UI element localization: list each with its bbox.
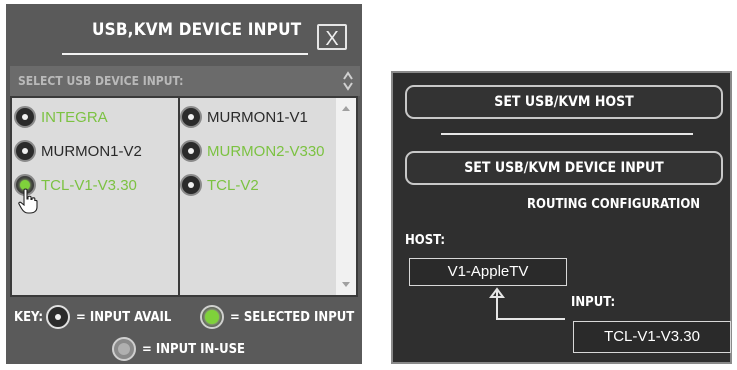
- list-item-murmon1-v2[interactable]: MURMON1-V2: [14, 138, 142, 164]
- radio-available-icon: [180, 106, 202, 128]
- radio-in-use-icon: [112, 337, 136, 361]
- key-prefix: KEY:: [14, 310, 44, 325]
- key-input-avail: = INPUT AVAIL: [76, 310, 172, 325]
- key-input-in-use: = INPUT IN-USE: [142, 342, 246, 357]
- list-item-integra[interactable]: INTEGRA: [14, 104, 108, 130]
- input-value: TCL-V1-V3.30: [573, 321, 731, 353]
- key-legend-row2: = INPUT IN-USE: [10, 334, 362, 364]
- host-label: HOST:: [405, 233, 446, 248]
- scroll-up-arrow-icon[interactable]: [342, 106, 350, 111]
- scroll-down-arrow-icon[interactable]: [342, 282, 350, 287]
- host-value: V1-AppleTV: [409, 258, 567, 286]
- list-item-murmon2-v330[interactable]: MURMON2-V330: [180, 138, 325, 164]
- routing-configuration-heading: ROUTING CONFIGURATION: [527, 197, 701, 212]
- radio-available-icon: [14, 140, 36, 162]
- usb-kvm-device-input-panel: USB,KVM DEVICE INPUT X SELECT USB DEVICE…: [6, 4, 362, 364]
- radio-available-icon: [46, 305, 70, 329]
- title-underline: [62, 53, 308, 55]
- key-legend: KEY: = INPUT AVAIL = SELECTED INPUT: [10, 302, 362, 332]
- item-label: MURMON1-V1: [207, 108, 308, 126]
- up-down-chevron-icon: [343, 71, 353, 91]
- panel-title: USB,KVM DEVICE INPUT: [92, 20, 302, 40]
- pointer-hand-cursor-icon: [18, 188, 38, 214]
- item-label: MURMON2-V330: [207, 142, 325, 160]
- key-selected-input: = SELECTED INPUT: [230, 310, 355, 325]
- list-item-murmon1-v1[interactable]: MURMON1-V1: [180, 104, 308, 130]
- radio-selected-icon: [200, 305, 224, 329]
- close-button[interactable]: X: [317, 24, 347, 50]
- list-item-tcl-v2[interactable]: TCL-V2: [180, 172, 259, 198]
- routing-panel: SET USB/KVM HOST SET USB/KVM DEVICE INPU…: [391, 71, 732, 364]
- set-usb-kvm-host-button[interactable]: SET USB/KVM HOST: [405, 85, 723, 119]
- set-usb-kvm-device-input-button[interactable]: SET USB/KVM DEVICE INPUT: [405, 151, 723, 185]
- divider: [441, 133, 693, 135]
- radio-in-use-icon: [180, 140, 202, 162]
- select-label: SELECT USB DEVICE INPUT:: [18, 74, 184, 88]
- list-scrollbar[interactable]: [336, 98, 356, 295]
- item-label: MURMON1-V2: [41, 142, 142, 160]
- device-input-select[interactable]: SELECT USB DEVICE INPUT:: [10, 66, 360, 96]
- device-input-list: INTEGRA MURMON1-V2 TCL-V1-V3.30 MURMON1-…: [10, 96, 358, 297]
- input-label: INPUT:: [571, 295, 616, 310]
- routing-arrow-icon: [489, 287, 565, 320]
- item-label: INTEGRA: [41, 108, 108, 126]
- radio-in-use-icon: [14, 106, 36, 128]
- item-label: TCL-V1-V3.30: [41, 176, 137, 194]
- radio-in-use-icon: [180, 174, 202, 196]
- item-label: TCL-V2: [207, 176, 259, 194]
